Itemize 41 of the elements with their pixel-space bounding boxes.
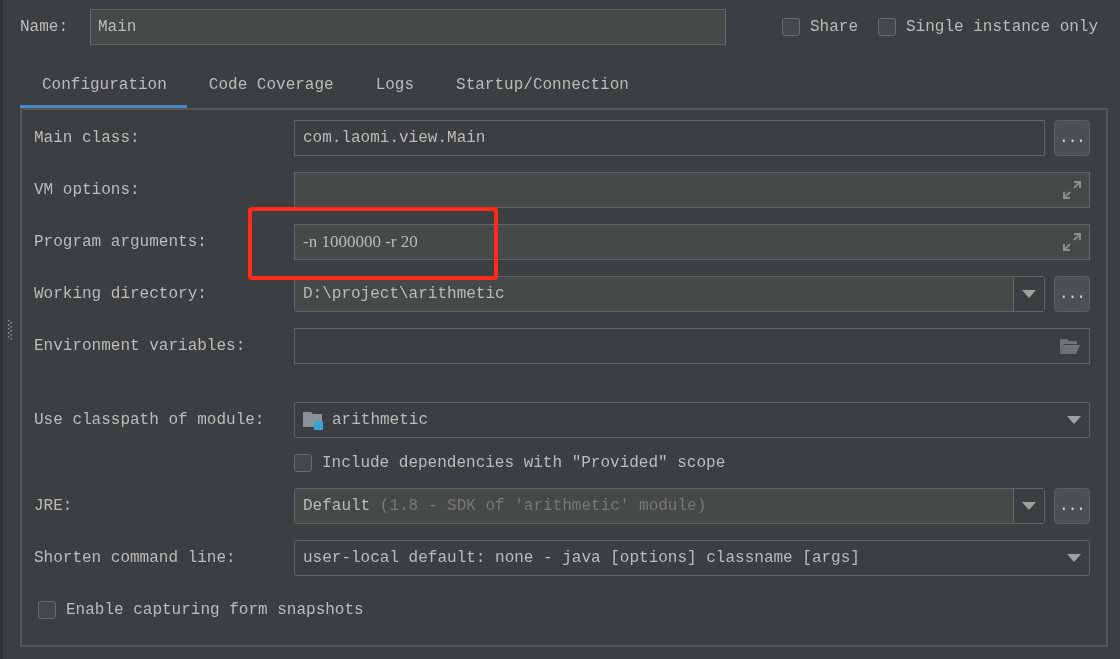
checkbox-label: Share — [810, 18, 858, 36]
field-label: Program arguments: — [34, 233, 208, 251]
tab[interactable]: Startup/Connection — [434, 64, 649, 108]
browse-button[interactable]: ... — [1054, 276, 1090, 312]
checkbox[interactable] — [38, 601, 56, 619]
field-label: JRE: — [34, 497, 74, 515]
dropdown[interactable]: user-local default: none - java [options] classname [args] — [294, 540, 1090, 576]
expand-icon[interactable] — [1063, 181, 1081, 199]
expand-icon[interactable] — [1063, 233, 1081, 251]
text-field[interactable]: -n 1000000 -r 20 — [294, 224, 1090, 260]
dropdown-arrow-icon[interactable] — [1067, 554, 1081, 562]
checkbox[interactable] — [294, 454, 312, 472]
splitter-grip-icon[interactable] — [8, 319, 12, 340]
directory-dropdown[interactable]: D:\project\arithmetic — [294, 276, 1045, 312]
dropdown-arrow-icon[interactable] — [1067, 416, 1081, 424]
folder-icon[interactable] — [1059, 337, 1081, 355]
field-label: Environment variables: — [34, 337, 247, 355]
field-label: Shorten command line: — [34, 549, 237, 567]
module-dropdown[interactable]: arithmetic — [294, 402, 1090, 438]
text-field[interactable] — [294, 328, 1090, 364]
checkbox[interactable] — [878, 18, 896, 36]
checkbox[interactable] — [782, 18, 800, 36]
module-folder-icon[interactable] — [303, 410, 324, 430]
checkbox-label: Include dependencies with "Provided" scope — [322, 454, 726, 472]
name-label: Name: — [20, 18, 69, 36]
browse-button[interactable]: ... — [1054, 120, 1090, 156]
checkbox-label: Enable capturing form snapshots — [66, 601, 364, 619]
text-field[interactable]: com.laomi.view.Main — [294, 120, 1045, 156]
checkbox-label: Single instance only — [906, 18, 1099, 36]
dropdown-arrow-icon[interactable] — [1022, 290, 1036, 298]
text-field[interactable] — [294, 172, 1090, 208]
tab[interactable]: Configuration — [20, 64, 187, 108]
browse-button[interactable]: ... — [1054, 488, 1090, 524]
tab[interactable]: Code Coverage — [186, 64, 354, 108]
name-field[interactable]: Main — [90, 9, 726, 45]
field-label: Main class: — [34, 129, 141, 147]
dropdown-arrow-icon[interactable] — [1022, 502, 1036, 510]
field-label: Use classpath of module: — [34, 411, 266, 429]
tab[interactable]: Logs — [353, 64, 435, 108]
field-label: Working directory: — [34, 285, 208, 303]
field-label: VM options: — [34, 181, 141, 199]
